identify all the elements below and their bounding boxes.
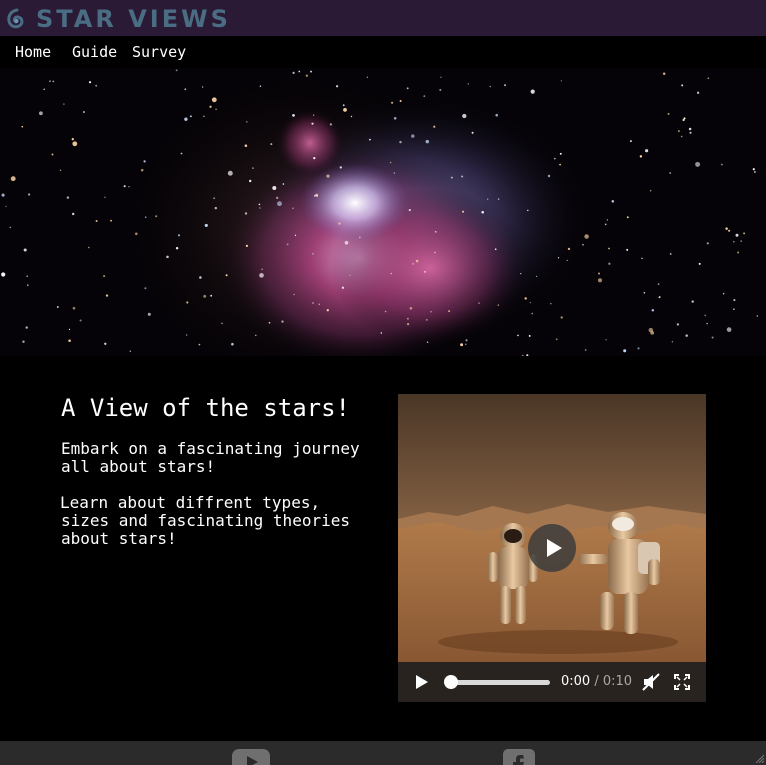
nav-guide[interactable]: Guide	[72, 43, 117, 61]
intro-paragraph-2-line-2: sizes and fascinating theories	[61, 511, 350, 530]
intro-paragraph-1-line-2: all about stars!	[61, 457, 216, 476]
facebook-icon[interactable]	[503, 749, 535, 765]
top-bar: STAR VIEWS	[0, 0, 766, 36]
intro-paragraph-2: Learn about diffrent types, sizes and fa…	[60, 494, 350, 548]
nav-survey[interactable]: Survey	[132, 43, 186, 61]
footer	[0, 741, 766, 765]
time-separator: /	[590, 674, 603, 689]
intro-paragraph-1: Embark on a fascinating journey all abou…	[61, 440, 360, 476]
video-time: 0:00 / 0:10	[561, 674, 632, 689]
video-player[interactable]: 0:00 / 0:10	[398, 394, 706, 702]
main-nav: Home Guide Survey	[0, 36, 766, 68]
fullscreen-icon[interactable]	[674, 674, 690, 690]
play-icon	[547, 539, 562, 557]
nav-home[interactable]: Home	[15, 43, 51, 61]
page-heading: A View of the stars!	[61, 394, 350, 422]
current-time: 0:00	[561, 674, 591, 689]
intro-paragraph-1-line-1: Embark on a fascinating journey	[61, 439, 360, 458]
duration: 0:10	[602, 674, 633, 689]
swirl-logo-icon[interactable]	[6, 8, 26, 30]
orion-nebula-image	[0, 68, 766, 356]
video-controls: 0:00 / 0:10	[398, 662, 706, 702]
intro-paragraph-2-line-3: about stars!	[61, 529, 177, 548]
resize-grip-icon[interactable]	[754, 753, 764, 763]
youtube-icon[interactable]	[232, 749, 270, 765]
brand-title: STAR VIEWS	[36, 5, 231, 33]
video-progress-thumb[interactable]	[444, 675, 458, 689]
video-progress-track[interactable]	[446, 680, 550, 685]
mute-icon[interactable]	[642, 673, 660, 691]
big-play-button[interactable]	[528, 524, 576, 572]
play-icon[interactable]	[415, 674, 429, 690]
intro-paragraph-2-line-1: Learn about diffrent types,	[60, 493, 321, 512]
